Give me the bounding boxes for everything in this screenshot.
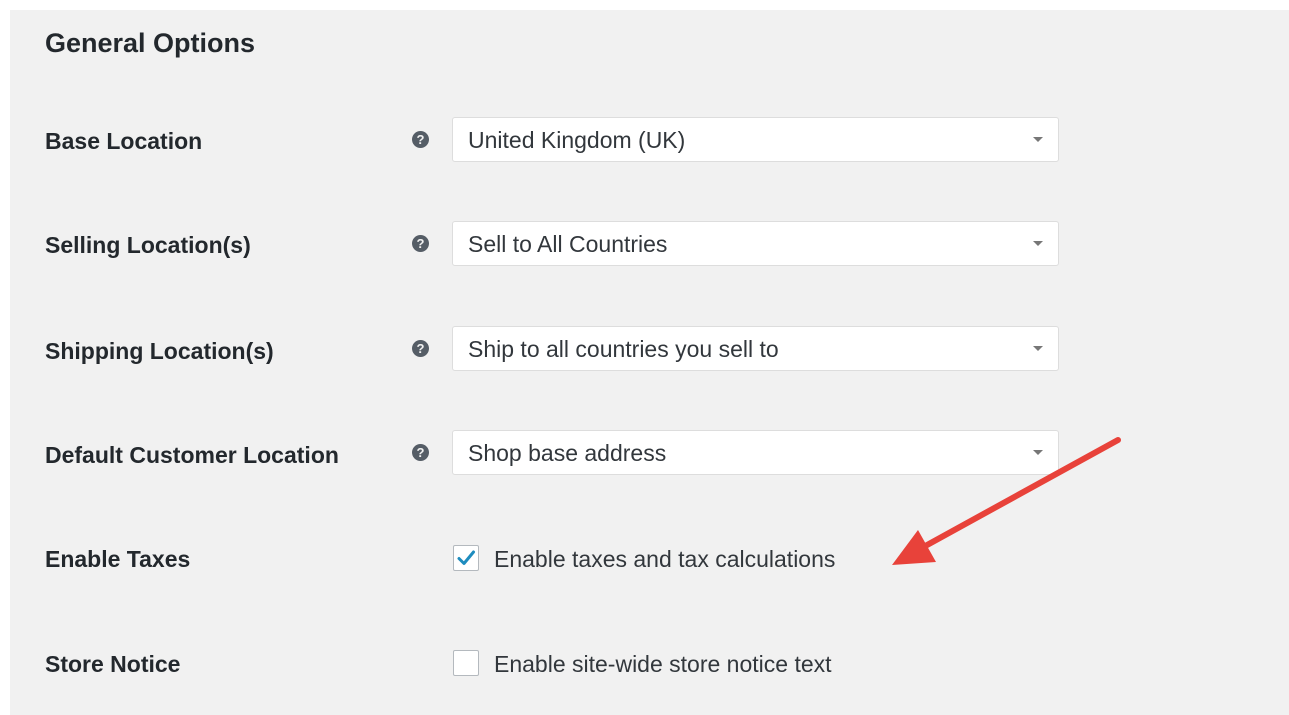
select-value: Sell to All Countries (468, 231, 668, 257)
store-notice-option-label[interactable]: Enable site-wide store notice text (494, 651, 832, 678)
selling-locations-label: Selling Location(s) (45, 232, 251, 258)
general-options-panel: General Options Base Location ? United K… (10, 10, 1289, 715)
chevron-down-icon (1033, 137, 1043, 142)
help-icon[interactable]: ? (412, 444, 429, 461)
selling-locations-select[interactable]: Sell to All Countries (452, 221, 1059, 266)
enable-taxes-label: Enable Taxes (45, 546, 191, 572)
chevron-down-icon (1033, 241, 1043, 246)
base-location-label: Base Location (45, 128, 203, 154)
store-notice-label: Store Notice (45, 651, 181, 677)
select-value: Shop base address (468, 440, 667, 466)
shipping-locations-label: Shipping Location(s) (45, 338, 274, 364)
base-location-select[interactable]: United Kingdom (UK) (452, 117, 1059, 162)
enable-taxes-option-label[interactable]: Enable taxes and tax calculations (494, 546, 835, 573)
select-value: Ship to all countries you sell to (468, 336, 779, 362)
section-title: General Options (45, 28, 256, 58)
enable-taxes-checkbox[interactable] (453, 545, 479, 571)
red-arrow-icon (892, 437, 1121, 565)
shipping-locations-select[interactable]: Ship to all countries you sell to (452, 326, 1059, 371)
default-customer-location-label: Default Customer Location (45, 442, 339, 468)
store-notice-checkbox[interactable] (453, 650, 479, 676)
chevron-down-icon (1033, 346, 1043, 351)
help-icon[interactable]: ? (412, 235, 429, 252)
select-value: United Kingdom (UK) (468, 127, 686, 153)
checkmark-icon (457, 550, 475, 565)
help-icon[interactable]: ? (412, 340, 429, 357)
help-icon[interactable]: ? (412, 131, 429, 148)
